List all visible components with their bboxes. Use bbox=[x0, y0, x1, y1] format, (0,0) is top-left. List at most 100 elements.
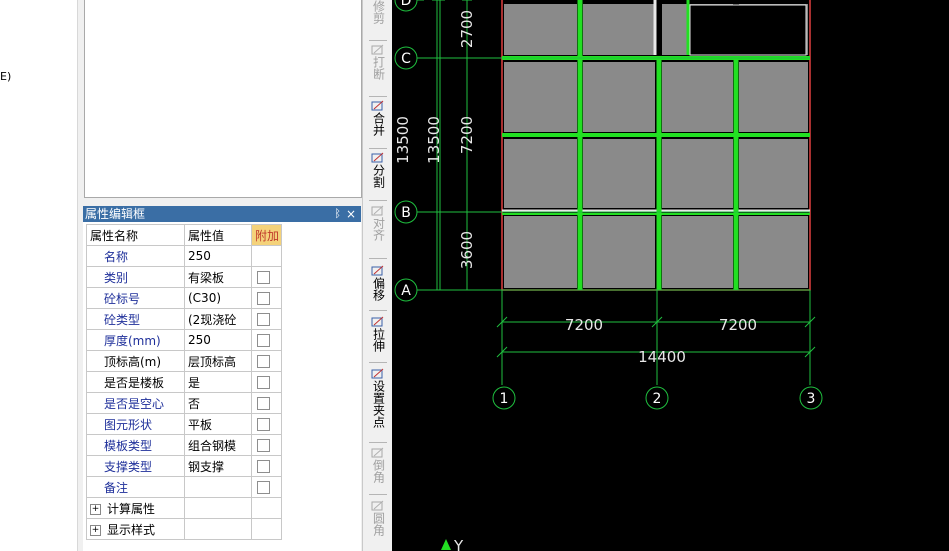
left-strip: E) bbox=[0, 0, 78, 551]
property-value[interactable]: 钢支撑 bbox=[184, 455, 252, 477]
floor-plan-drawing[interactable]: D C B A 1 2 3 2700 7200 3600 13500 13500 7200 7200 144… bbox=[392, 0, 949, 551]
property-extra-cell bbox=[251, 371, 282, 393]
tool-trim-button[interactable]: 修剪 bbox=[363, 0, 393, 34]
extra-checkbox[interactable] bbox=[257, 355, 270, 368]
header-property-value: 属性值 bbox=[184, 224, 252, 246]
component-tree-box[interactable] bbox=[84, 0, 362, 198]
extra-checkbox[interactable] bbox=[257, 397, 270, 410]
expand-icon[interactable]: + bbox=[90, 503, 101, 515]
tool-set-grip-button[interactable]: 设置夹点 bbox=[363, 368, 393, 438]
property-extra-cell bbox=[251, 350, 282, 372]
tool-label: 打断 bbox=[371, 56, 386, 80]
empty-cell bbox=[251, 518, 282, 540]
property-value[interactable]: 是 bbox=[184, 371, 252, 393]
slab-panel bbox=[662, 139, 733, 208]
tool-break-button[interactable]: 打断 bbox=[363, 44, 393, 94]
tool-align-button[interactable]: 对齐 bbox=[363, 205, 393, 255]
property-extra-cell bbox=[251, 308, 282, 330]
tool-label: 合并 bbox=[371, 112, 386, 136]
pin-icon[interactable]: ᛒ bbox=[334, 206, 341, 222]
toolbar-separator bbox=[369, 96, 387, 97]
slab-panel bbox=[504, 139, 577, 208]
property-row[interactable]: 支撑类型 钢支撑 bbox=[86, 455, 282, 477]
drawing-canvas[interactable]: D C B A 1 2 3 2700 7200 3600 13500 13500 7200 7200 144… bbox=[392, 0, 949, 551]
property-row[interactable]: 模板类型 组合钢模 bbox=[86, 434, 282, 456]
row-axis-label: C bbox=[401, 51, 411, 67]
slab-panel bbox=[662, 62, 733, 132]
extra-checkbox[interactable] bbox=[257, 334, 270, 347]
slab-panel bbox=[739, 62, 808, 132]
property-value[interactable]: 250 bbox=[184, 329, 252, 351]
extra-checkbox[interactable] bbox=[257, 418, 270, 431]
extra-checkbox[interactable] bbox=[257, 481, 270, 494]
extra-checkbox[interactable] bbox=[257, 313, 270, 326]
property-group[interactable]: + 显示样式 bbox=[86, 518, 185, 540]
property-value[interactable]: 有梁板 bbox=[184, 266, 252, 288]
property-name: 备注 bbox=[86, 476, 185, 498]
property-row[interactable]: 名称 250 bbox=[86, 245, 282, 267]
dim-total-text: 13500 bbox=[425, 116, 443, 164]
property-row[interactable]: 图元形状 平板 bbox=[86, 413, 282, 435]
property-extra-cell bbox=[251, 245, 282, 267]
property-value[interactable]: 250 bbox=[184, 245, 252, 267]
slab-panel bbox=[583, 216, 655, 288]
tool-merge-button[interactable]: 合并 bbox=[363, 100, 393, 144]
tool-split-button[interactable]: 分割 bbox=[363, 152, 393, 196]
toolbar-separator bbox=[369, 442, 387, 443]
dim-text: 3600 bbox=[458, 231, 476, 269]
property-row[interactable]: 类别 有梁板 bbox=[86, 266, 282, 288]
tool-label: 圆角 bbox=[371, 512, 386, 536]
property-row[interactable]: 是否是空心否 bbox=[86, 392, 282, 414]
close-icon[interactable]: × bbox=[346, 206, 356, 222]
dim-text: 2700 bbox=[458, 10, 476, 48]
toolbar-separator bbox=[369, 148, 387, 149]
extra-checkbox[interactable] bbox=[257, 271, 270, 284]
extra-checkbox[interactable] bbox=[257, 292, 270, 305]
extra-checkbox[interactable] bbox=[257, 439, 270, 452]
property-name: 图元形状 bbox=[86, 413, 185, 435]
ucs-arrow-icon bbox=[441, 539, 451, 550]
slab-panel bbox=[504, 4, 577, 55]
property-value[interactable]: (C30) bbox=[184, 287, 252, 309]
tool-chamfer-button[interactable]: 倒角 bbox=[363, 447, 393, 493]
header-property-name: 属性名称 bbox=[86, 224, 185, 246]
tool-label: 分割 bbox=[371, 164, 386, 188]
property-value[interactable]: 平板 bbox=[184, 413, 252, 435]
tool-offset-button[interactable]: 偏移 bbox=[363, 265, 393, 309]
extra-checkbox[interactable] bbox=[257, 460, 270, 473]
property-panel-body: 属性名称 属性值 附加 名称 250 类别 有梁板 砼标号 (C30) 砼类型 (2现浇砼 厚度… bbox=[83, 222, 361, 551]
dim-total-text: 13500 bbox=[394, 116, 412, 164]
property-value[interactable] bbox=[184, 476, 252, 498]
extra-checkbox[interactable] bbox=[257, 376, 270, 389]
property-group-label: 计算属性 bbox=[107, 501, 156, 516]
property-group[interactable]: + 计算属性 bbox=[86, 497, 185, 519]
property-row[interactable]: 备注 bbox=[86, 476, 282, 498]
property-row[interactable]: 砼类型 (2现浇砼 bbox=[86, 308, 282, 330]
break-icon bbox=[371, 44, 384, 55]
dim-text: 7200 bbox=[565, 316, 603, 334]
property-row[interactable]: 顶标高(m) 层顶标高 bbox=[86, 350, 282, 372]
ucs-label: Y bbox=[453, 537, 464, 551]
property-row[interactable]: 是否是楼板是 bbox=[86, 371, 282, 393]
col-axis-label: 1 bbox=[500, 391, 509, 407]
property-extra-cell bbox=[251, 413, 282, 435]
property-name: 厚度(mm) bbox=[86, 329, 185, 351]
tool-fillet-button[interactable]: 圆角 bbox=[363, 500, 393, 546]
expand-icon[interactable]: + bbox=[90, 524, 101, 536]
property-value[interactable]: 否 bbox=[184, 392, 252, 414]
property-value[interactable]: (2现浇砼 bbox=[184, 308, 252, 330]
tool-label: 拉伸 bbox=[371, 328, 386, 352]
property-group-label: 显示样式 bbox=[107, 522, 156, 537]
property-value[interactable]: 层顶标高 bbox=[184, 350, 252, 372]
property-group-row[interactable]: + 显示样式 bbox=[86, 518, 282, 540]
property-row[interactable]: 厚度(mm) 250 bbox=[86, 329, 282, 351]
property-row[interactable]: 砼标号 (C30) bbox=[86, 287, 282, 309]
tool-stretch-button[interactable]: 拉伸 bbox=[363, 316, 393, 360]
property-extra-cell bbox=[251, 434, 282, 456]
property-name: 顶标高(m) bbox=[86, 350, 185, 372]
property-group-row[interactable]: + 计算属性 bbox=[86, 497, 282, 519]
col-axis-label: 3 bbox=[807, 391, 816, 407]
toolbar-separator bbox=[369, 310, 387, 311]
fillet-icon bbox=[371, 500, 384, 511]
property-value[interactable]: 组合钢模 bbox=[184, 434, 252, 456]
